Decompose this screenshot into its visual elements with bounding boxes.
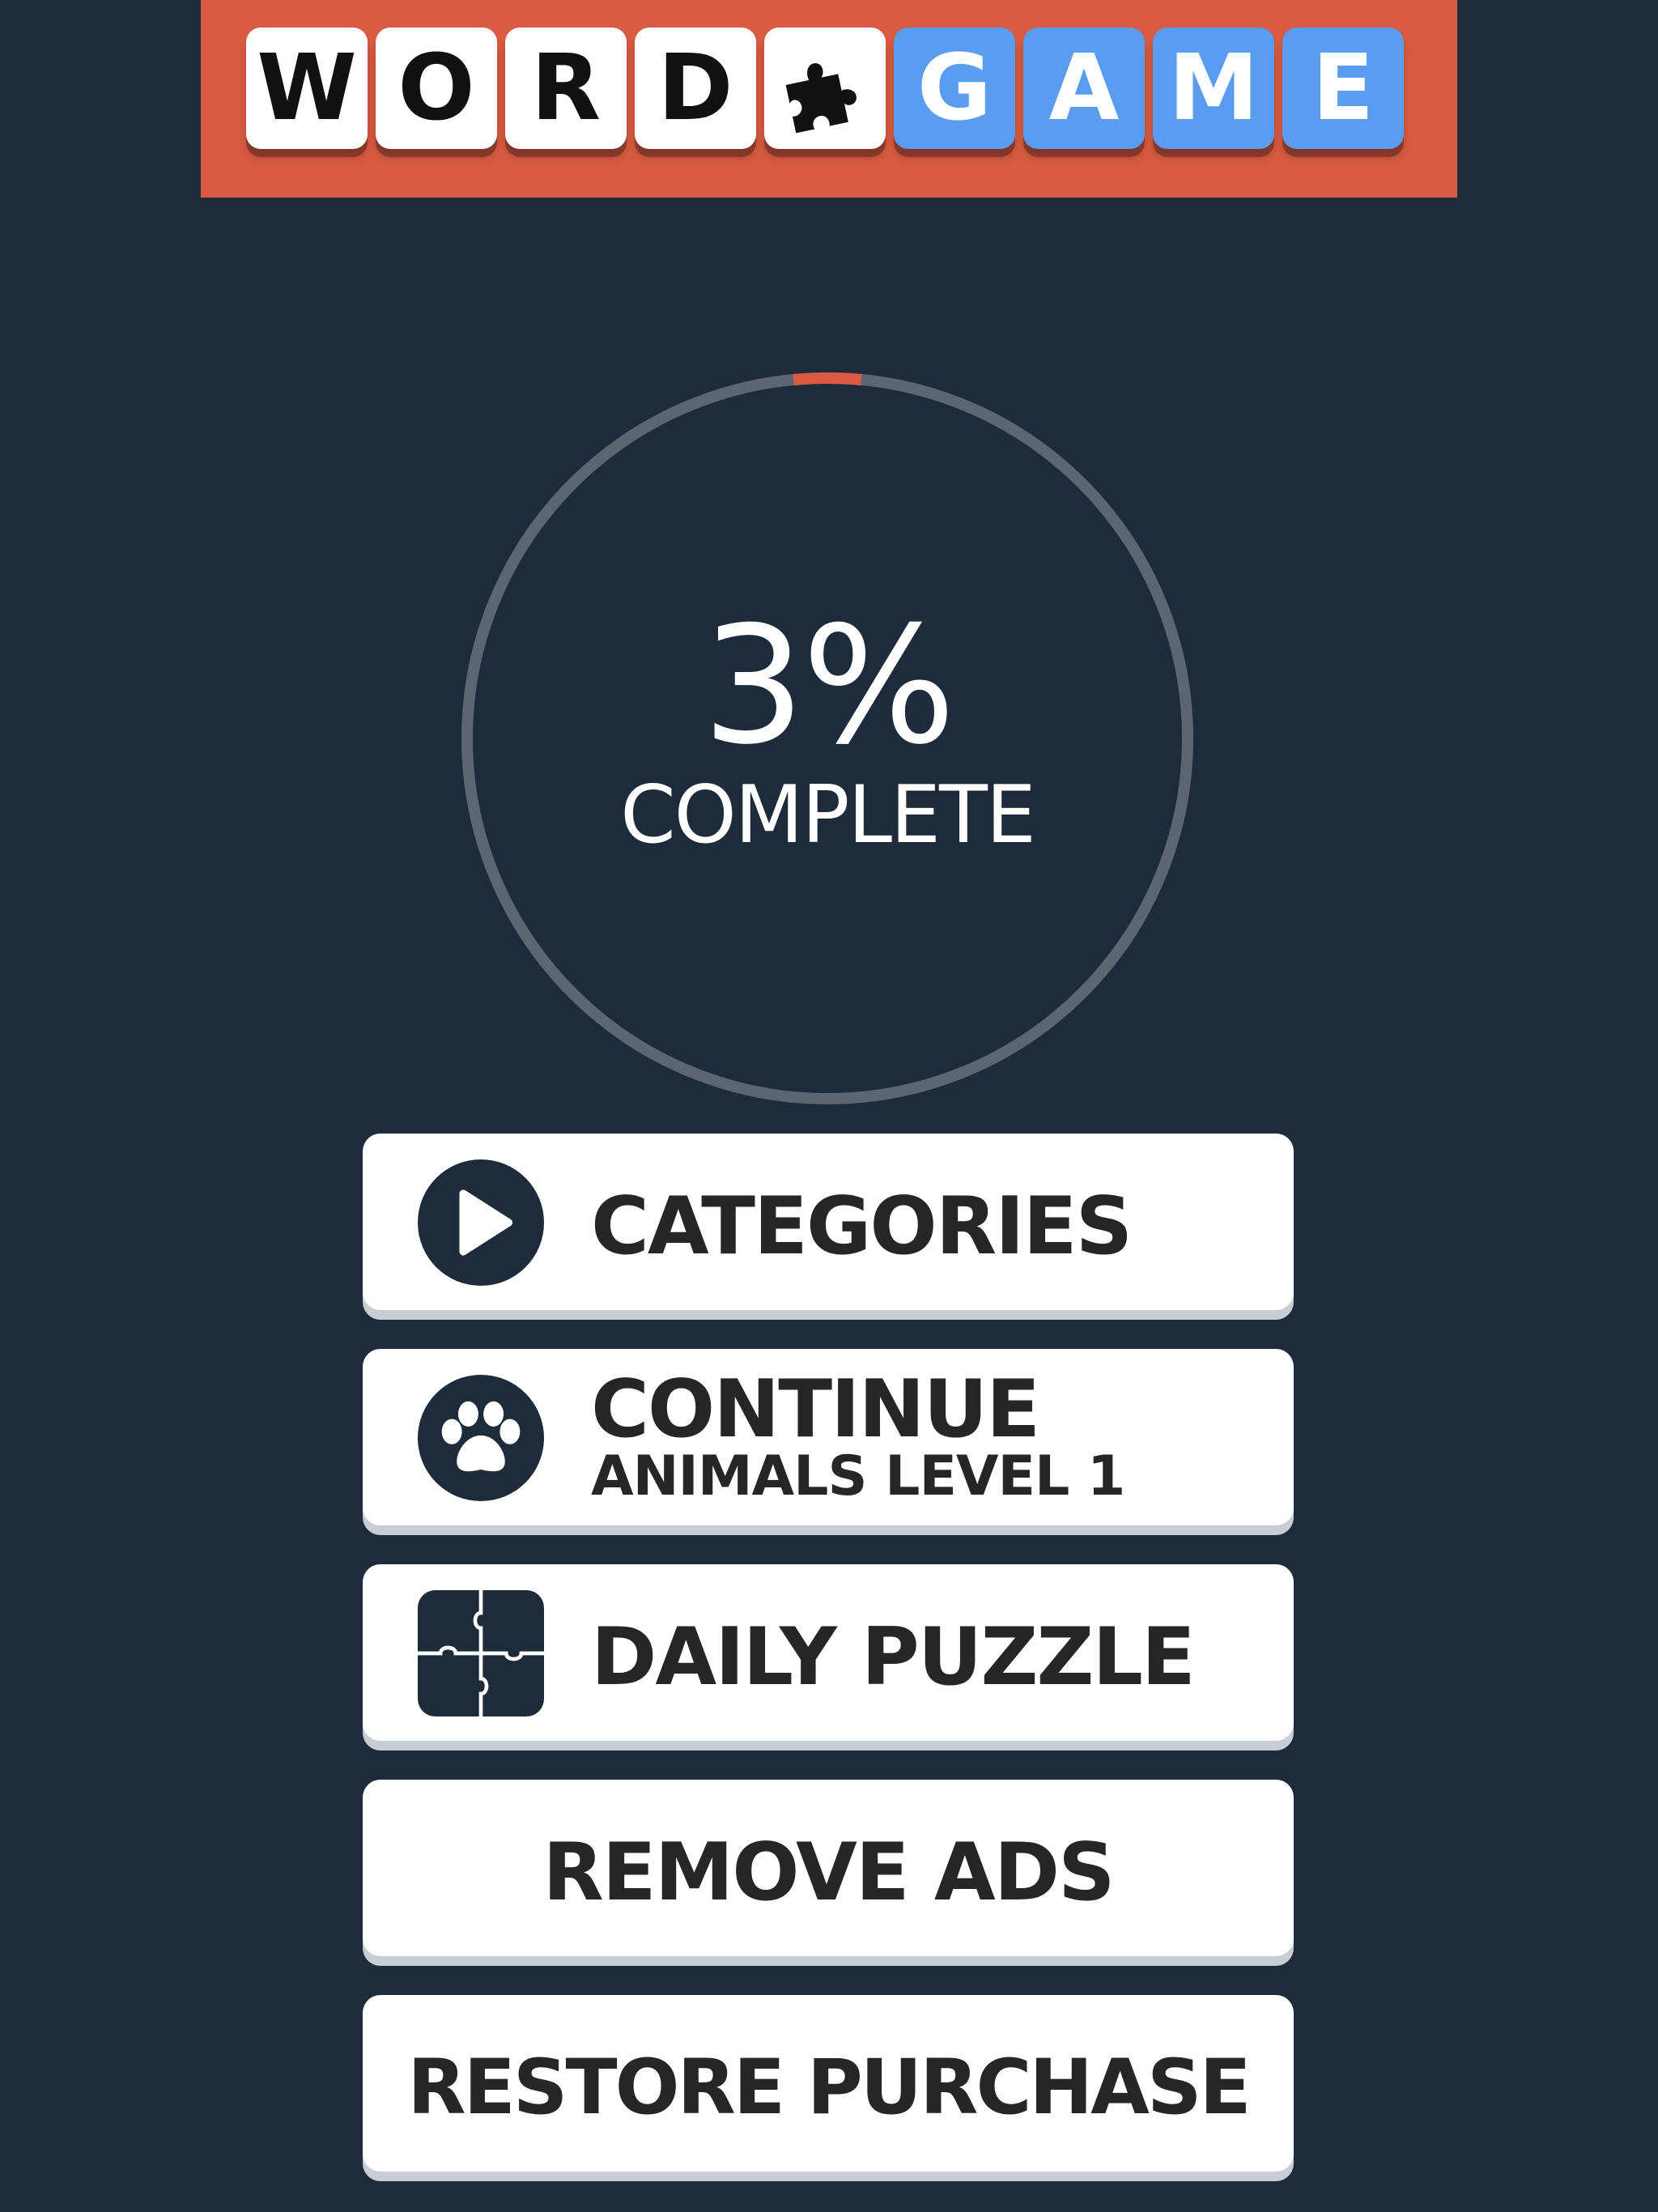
logo-tile-g: G xyxy=(894,28,1015,149)
logo-tile-a: A xyxy=(1023,28,1145,149)
restore-purchase-button[interactable]: RESTORE PURCHASE xyxy=(363,1995,1294,2172)
continue-sublabel: ANIMALS LEVEL 1 xyxy=(591,1444,1125,1508)
progress-ring: 3% COMPLETE xyxy=(461,372,1193,1104)
daily-puzzle-button[interactable]: DAILY PUZZLE xyxy=(363,1564,1294,1741)
categories-button[interactable]: CATEGORIES xyxy=(363,1134,1294,1310)
play-icon xyxy=(418,1159,544,1286)
categories-label: CATEGORIES xyxy=(591,1180,1133,1273)
logo-banner: W O R D G A M E xyxy=(201,0,1457,198)
logo-tile-m: M xyxy=(1153,28,1274,149)
progress-percent: 3% xyxy=(702,592,955,781)
logo-tile-d: D xyxy=(635,28,756,149)
paw-icon xyxy=(418,1375,544,1501)
logo-tile-r: R xyxy=(505,28,627,149)
restore-purchase-label: RESTORE PURCHASE xyxy=(407,2044,1252,2132)
continue-button[interactable]: CONTINUE ANIMALS LEVEL 1 xyxy=(363,1349,1294,1525)
logo-tile-e: E xyxy=(1282,28,1404,149)
puzzle-piece-icon xyxy=(764,28,886,149)
logo-tile-o: O xyxy=(376,28,497,149)
remove-ads-label: REMOVE ADS xyxy=(542,1827,1115,1919)
remove-ads-button[interactable]: REMOVE ADS xyxy=(363,1780,1294,1956)
progress-caption: COMPLETE xyxy=(620,769,1036,861)
continue-label: CONTINUE xyxy=(591,1363,1040,1456)
daily-puzzle-label: DAILY PUZZLE xyxy=(591,1611,1196,1704)
logo-tile-w: W xyxy=(246,28,368,149)
puzzle-icon xyxy=(418,1590,544,1716)
